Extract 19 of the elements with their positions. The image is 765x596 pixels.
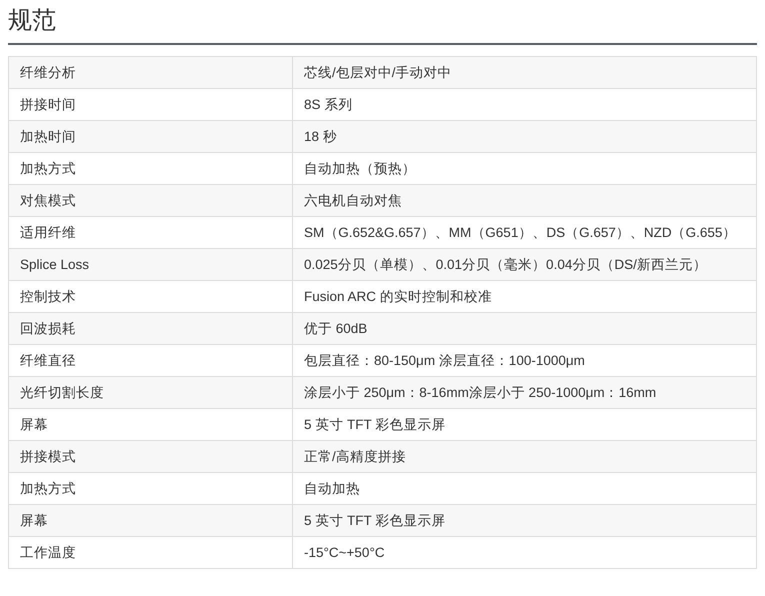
table-cell: 正常/高精度拼接	[292, 440, 756, 472]
table-cell: 优于 60dB	[292, 312, 756, 344]
table-cell: 拼接模式	[8, 440, 292, 472]
table-cell: 屏幕	[8, 504, 292, 536]
table-cell: 涂层小于 250μm：8-16mm涂层小于 250-1000μm：16mm	[292, 376, 756, 408]
table-cell: 18 秒	[292, 120, 756, 152]
table-cell: Splice Loss	[8, 248, 292, 280]
table-cell: 纤维分析	[8, 56, 292, 88]
table-cell: 工作温度	[8, 536, 292, 568]
table-cell: -15°C~+50°C	[292, 536, 756, 568]
table-cell: 回波损耗	[8, 312, 292, 344]
table-cell: 0.025分贝（单模）、0.01分贝（毫米）0.04分贝（DS/新西兰元）	[292, 248, 756, 280]
table-cell: 加热时间	[8, 120, 292, 152]
table-cell: 六电机自动对焦	[292, 184, 756, 216]
page-title: 规范	[8, 0, 757, 45]
table-cell: 5 英寸 TFT 彩色显示屏	[292, 504, 756, 536]
table-cell: 对焦模式	[8, 184, 292, 216]
table-cell: 光纤切割长度	[8, 376, 292, 408]
table-cell: 芯线/包层对中/手动对中	[292, 56, 756, 88]
